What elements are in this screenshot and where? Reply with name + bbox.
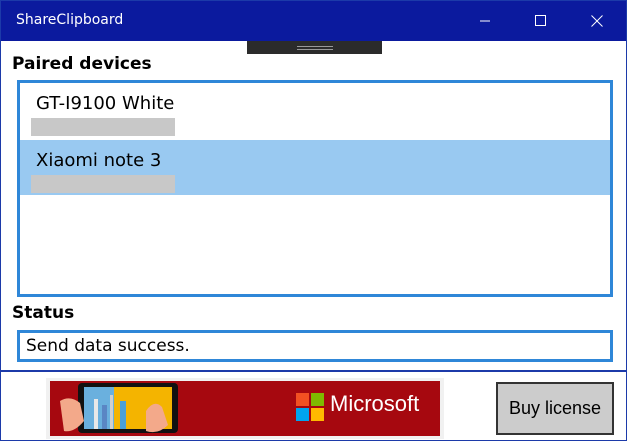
close-button[interactable] xyxy=(574,1,620,41)
handle-grip-line xyxy=(297,46,333,47)
device-detail-placeholder xyxy=(31,175,175,193)
device-list-item-selected[interactable]: Xiaomi note 3 xyxy=(20,140,610,195)
status-field: Send data success. xyxy=(17,330,613,362)
footer-divider xyxy=(1,370,626,372)
advertisement-banner[interactable]: Microsoft xyxy=(46,378,444,439)
status-label: Status xyxy=(12,303,75,323)
device-detail-placeholder xyxy=(31,118,175,136)
maximize-button[interactable] xyxy=(518,1,564,41)
handle-grip-line xyxy=(297,49,333,50)
title-bar: ShareClipboard xyxy=(1,1,626,41)
minimize-icon xyxy=(480,20,490,22)
ad-brand-text: Microsoft xyxy=(330,391,420,416)
minimize-button[interactable] xyxy=(462,1,508,41)
microsoft-logo-icon xyxy=(296,393,324,421)
window-title: ShareClipboard xyxy=(16,12,124,28)
device-name: Xiaomi note 3 xyxy=(36,150,162,171)
tablet-hands-illustration xyxy=(60,383,178,433)
maximize-icon xyxy=(535,15,546,26)
status-value: Send data success. xyxy=(26,336,190,356)
close-icon xyxy=(591,15,603,27)
paired-devices-list[interactable]: GT-I9100 White Xiaomi note 3 xyxy=(17,80,613,297)
device-list-item[interactable]: GT-I9100 White xyxy=(20,83,610,138)
paired-devices-label: Paired devices xyxy=(12,54,152,74)
ad-content: Microsoft xyxy=(50,381,440,436)
drag-handle[interactable] xyxy=(247,41,382,54)
device-name: GT-I9100 White xyxy=(36,93,175,114)
buy-license-button[interactable]: Buy license xyxy=(496,382,614,435)
